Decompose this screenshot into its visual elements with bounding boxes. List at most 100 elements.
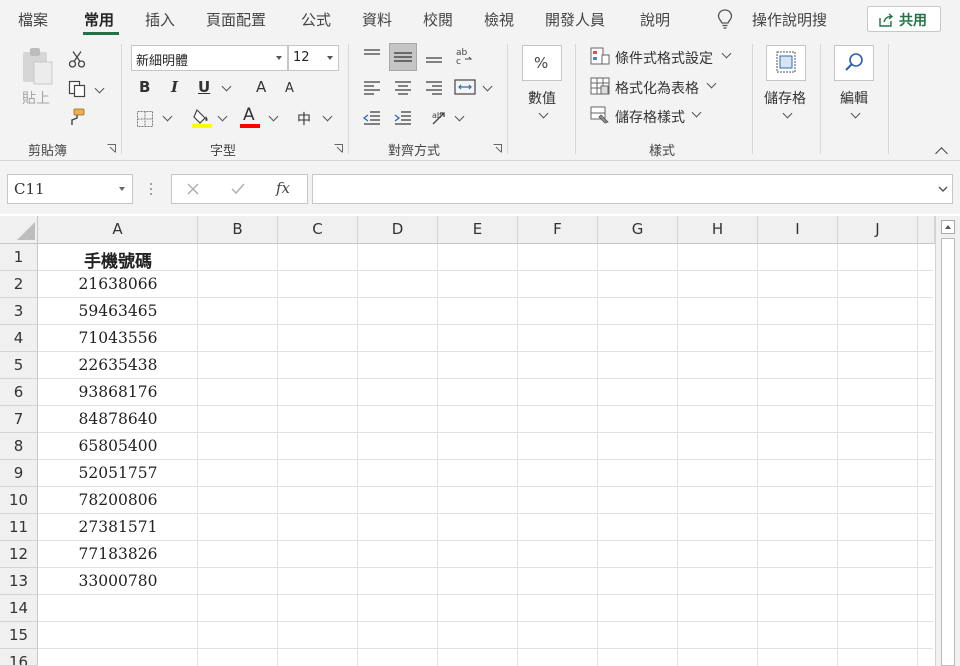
row-header-11[interactable]: 11 [0, 514, 38, 541]
fill-color-icon[interactable] [191, 107, 213, 129]
tab-home[interactable]: 常用 [84, 9, 114, 30]
cell-a7[interactable]: 84878640 [38, 406, 198, 433]
cell-styles-button[interactable]: 儲存格樣式 [615, 107, 685, 127]
decrease-indent-icon[interactable] [362, 110, 382, 126]
borders-dropdown-icon[interactable] [162, 111, 173, 122]
conditional-format-button[interactable]: 條件式格式設定 [615, 48, 713, 68]
copy-icon[interactable] [68, 80, 86, 98]
column-header-c[interactable]: C [278, 216, 358, 244]
align-right-icon[interactable] [424, 80, 444, 96]
number-format-button[interactable]: % [522, 45, 562, 81]
column-header-j[interactable]: J [838, 216, 918, 244]
column-header-f[interactable]: F [518, 216, 598, 244]
cell-a4[interactable]: 71043556 [38, 325, 198, 352]
row-header-9[interactable]: 9 [0, 460, 38, 487]
collapse-ribbon-icon[interactable] [935, 147, 948, 160]
column-header-e[interactable]: E [438, 216, 518, 244]
column-header-g[interactable]: G [598, 216, 678, 244]
cells-dropdown-icon[interactable] [782, 108, 793, 119]
row-header-8[interactable]: 8 [0, 433, 38, 460]
bold-button[interactable]: B [139, 78, 150, 96]
editing-label[interactable]: 編輯 [840, 88, 868, 108]
borders-icon[interactable] [136, 110, 154, 128]
row-header-16[interactable]: 16 [0, 649, 38, 666]
cell-a2[interactable]: 21638066 [38, 271, 198, 298]
text-direction-icon[interactable]: ab [430, 108, 450, 128]
column-header-b[interactable]: B [198, 216, 278, 244]
merge-dropdown-icon[interactable] [482, 81, 493, 92]
decrease-font-button[interactable]: A [285, 81, 294, 96]
number-dropdown-icon[interactable] [538, 108, 549, 119]
row-header-2[interactable]: 2 [0, 271, 38, 298]
name-box[interactable]: C11 [7, 174, 133, 204]
cell-styles-dropdown-icon[interactable] [691, 107, 702, 118]
column-header-partial[interactable] [918, 216, 935, 244]
cell-a12[interactable]: 77183826 [38, 541, 198, 568]
cell-a15[interactable] [38, 622, 198, 649]
row-header-13[interactable]: 13 [0, 568, 38, 595]
cell-a9[interactable]: 52051757 [38, 460, 198, 487]
editing-button[interactable] [834, 45, 874, 81]
conditional-format-icon[interactable] [590, 47, 610, 65]
row-header-3[interactable]: 3 [0, 298, 38, 325]
column-header-i[interactable]: I [758, 216, 838, 244]
row-header-4[interactable]: 4 [0, 325, 38, 352]
format-as-table-dropdown-icon[interactable] [706, 78, 717, 89]
row-header-5[interactable]: 5 [0, 352, 38, 379]
paste-icon[interactable] [20, 46, 54, 86]
text-direction-dropdown-icon[interactable] [454, 111, 465, 122]
underline-button[interactable]: U [198, 78, 210, 96]
cell-a11[interactable]: 27381571 [38, 514, 198, 541]
cell-a1[interactable]: 手機號碼 [38, 244, 198, 272]
cell-a5[interactable]: 22635438 [38, 352, 198, 379]
phonetic-guide-button[interactable]: 中 [297, 109, 311, 129]
expand-formula-icon[interactable] [938, 185, 948, 193]
cell-a3[interactable]: 59463465 [38, 298, 198, 325]
share-button[interactable]: 共用 [867, 6, 941, 32]
tab-formulas[interactable]: 公式 [301, 9, 331, 30]
select-all-button[interactable] [0, 216, 38, 244]
row-header-1[interactable]: 1 [0, 244, 38, 271]
align-top-icon[interactable] [362, 48, 382, 64]
font-name-select[interactable]: 新細明體 [131, 45, 288, 71]
italic-button[interactable]: I [171, 78, 178, 96]
font-size-select[interactable]: 12 [288, 45, 339, 71]
enter-check-icon[interactable] [230, 182, 246, 196]
align-bottom-icon[interactable] [424, 50, 444, 66]
tab-data[interactable]: 資料 [362, 9, 392, 30]
font-color-button[interactable]: A [243, 105, 255, 125]
cells-label[interactable]: 儲存格 [764, 88, 806, 108]
fill-color-dropdown-icon[interactable] [217, 111, 228, 122]
column-header-h[interactable]: H [678, 216, 758, 244]
scroll-up-arrow-icon[interactable] [941, 220, 955, 234]
align-center-icon[interactable] [393, 80, 413, 96]
column-header-a[interactable]: A [38, 216, 198, 244]
tab-review[interactable]: 校閱 [423, 9, 453, 30]
cell-a14[interactable] [38, 595, 198, 622]
phonetic-dropdown-icon[interactable] [322, 111, 333, 122]
tell-me-search[interactable]: 操作說明搜 [752, 9, 827, 30]
column-header-d[interactable]: D [358, 216, 438, 244]
format-as-table-icon[interactable] [590, 77, 610, 95]
conditional-format-dropdown-icon[interactable] [721, 48, 732, 59]
font-color-dropdown-icon[interactable] [268, 111, 279, 122]
increase-font-button[interactable]: A [256, 78, 266, 96]
cut-icon[interactable] [68, 50, 86, 68]
row-header-6[interactable]: 6 [0, 379, 38, 406]
insert-function-button[interactable]: fx [276, 179, 290, 197]
paste-button[interactable]: 貼上 [22, 88, 50, 108]
number-group-button[interactable]: 數值 [528, 88, 556, 108]
tab-insert[interactable]: 插入 [145, 9, 175, 30]
orientation-icon[interactable]: abc [454, 46, 474, 66]
cell-styles-icon[interactable] [590, 106, 610, 124]
cell-a8[interactable]: 65805400 [38, 433, 198, 460]
lightbulb-icon[interactable] [716, 8, 734, 30]
editing-dropdown-icon[interactable] [850, 108, 861, 119]
alignment-launcher-icon[interactable] [493, 144, 502, 153]
tab-page-layout[interactable]: 頁面配置 [206, 9, 266, 30]
cells-button[interactable] [766, 45, 806, 81]
clipboard-launcher-icon[interactable] [107, 144, 116, 153]
increase-indent-icon[interactable] [393, 110, 413, 126]
vertical-scrollbar[interactable] [935, 216, 960, 666]
row-header-7[interactable]: 7 [0, 406, 38, 433]
